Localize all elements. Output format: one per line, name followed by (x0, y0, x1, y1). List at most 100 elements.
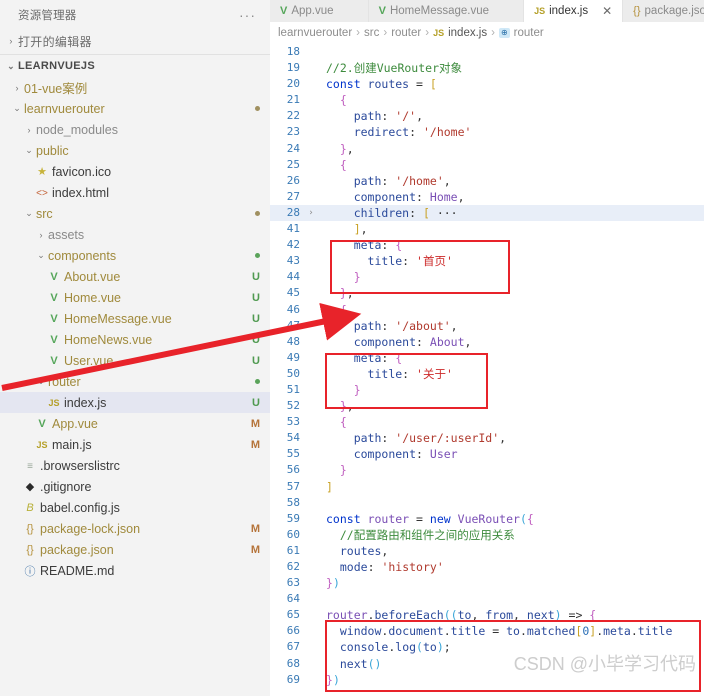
chevron-down-icon[interactable]: ⌄ (34, 376, 48, 387)
code-line-68[interactable]: 68 next() (270, 656, 704, 672)
code-line-66[interactable]: 66 window.document.title = to.matched[0]… (270, 623, 704, 639)
tree-item-learnvuerouter[interactable]: ⌄ learnvuerouter (0, 98, 270, 119)
tree-item-app-vue[interactable]: V App.vue M (0, 413, 270, 434)
code-line-69[interactable]: 69}) (270, 672, 704, 688)
chevron-right-icon[interactable]: › (34, 230, 48, 240)
tree-item-about-vue[interactable]: V About.vue U (0, 266, 270, 287)
tree-item-homemessage-vue[interactable]: V HomeMessage.vue U (0, 308, 270, 329)
code-line-49[interactable]: 49 meta: { (270, 350, 704, 366)
tree-item--browserslistrc[interactable]: ≡ .browserslistrc (0, 455, 270, 476)
code-line-41[interactable]: 41 ], (270, 221, 704, 237)
fold-chevron-icon[interactable]: › (304, 205, 318, 221)
tree-item-package-json[interactable]: {} package.json M (0, 539, 270, 560)
tree-item-assets[interactable]: › assets (0, 224, 270, 245)
code-text: }, (339, 141, 354, 156)
code-line-25[interactable]: 25 { (270, 157, 704, 173)
breadcrumb-item-0[interactable]: learnvuerouter (278, 27, 352, 39)
breadcrumb-item-4[interactable]: router (514, 27, 544, 39)
code-line-23[interactable]: 23 redirect: '/home' (270, 124, 704, 140)
code-line-51[interactable]: 51 } (270, 382, 704, 398)
code-line-27[interactable]: 27 component: Home, (270, 189, 704, 205)
code-line-63[interactable]: 63}) (270, 575, 704, 591)
code-line-47[interactable]: 47 path: '/about', (270, 318, 704, 334)
code-line-26[interactable]: 26 path: '/home', (270, 173, 704, 189)
code-text: }) (326, 672, 340, 687)
editor-tab-homemessage-vue[interactable]: VHomeMessage.vue✕ (369, 0, 525, 22)
code-line-52[interactable]: 52 }, (270, 398, 704, 414)
tree-item-babel-config-js[interactable]: Bbabel.config.js (0, 497, 270, 518)
tree-item-package-lock-json[interactable]: {} package-lock.json M (0, 518, 270, 539)
code-line-64[interactable]: 64 (270, 591, 704, 607)
code-line-58[interactable]: 58 (270, 495, 704, 511)
code-line-19[interactable]: 19 //2.创建VueRouter对象 (270, 60, 704, 76)
code-line-62[interactable]: 62 mode: 'history' (270, 559, 704, 575)
tree-item--gitignore[interactable]: ◆ .gitignore (0, 476, 270, 497)
tree-item-index-js[interactable]: JS index.js U (0, 392, 270, 413)
tree-item-01-vue-[interactable]: › 01-vue案例 (0, 77, 270, 98)
code-line-61[interactable]: 61 routes, (270, 543, 704, 559)
tree-item-node-modules[interactable]: › node_modules (0, 119, 270, 140)
code-line-28[interactable]: 28 › children: [ ··· (270, 204, 704, 222)
tree-item-public[interactable]: ⌄ public (0, 140, 270, 161)
tree-item-favicon-ico[interactable]: ★ favicon.ico (0, 161, 270, 182)
project-root-row[interactable]: ⌄ LEARNVUEJS (0, 55, 270, 77)
code-line-44[interactable]: 44 } (270, 269, 704, 285)
code-text: next() (339, 656, 382, 671)
breadcrumb-separator-icon: › (356, 27, 360, 39)
code-line-42[interactable]: 42 meta: { (270, 237, 704, 253)
code-line-56[interactable]: 56 } (270, 462, 704, 478)
code-line-59[interactable]: 59 const router = new VueRouter({ (270, 511, 704, 527)
tree-item-router[interactable]: ⌄ router (0, 371, 270, 392)
code-line-18[interactable]: 18 (270, 44, 704, 60)
tree-item-label: learnvuerouter (24, 101, 105, 116)
tree-item-homenews-vue[interactable]: V HomeNews.vue U (0, 329, 270, 350)
code-line-24[interactable]: 24 }, (270, 141, 704, 157)
code-line-57[interactable]: 57] (270, 479, 704, 495)
chevron-down-icon[interactable]: ⌄ (34, 250, 48, 261)
chevron-right-icon[interactable]: › (10, 83, 24, 93)
chevron-right-icon[interactable]: › (22, 125, 36, 135)
code-line-65[interactable]: 65 router.beforeEach((to, from, next) => … (270, 607, 704, 623)
code-line-21[interactable]: 21 { (270, 92, 704, 108)
editor-tab-app-vue[interactable]: VApp.vue✕ (270, 0, 369, 22)
git-icon: ◆ (25, 481, 35, 493)
code-line-55[interactable]: 55 component: User (270, 446, 704, 462)
chevron-down-icon[interactable]: ⌄ (22, 208, 36, 219)
breadcrumb-item-1[interactable]: src (364, 27, 379, 39)
code-text: component: User (353, 447, 458, 462)
code-line-67[interactable]: 67 console.log(to); (270, 639, 704, 655)
code-text: redirect: '/home' (353, 125, 472, 140)
close-icon[interactable]: ✕ (602, 4, 612, 18)
code-line-53[interactable]: 53 { (270, 414, 704, 430)
open-editors-section[interactable]: › 打开的编辑器 (0, 30, 270, 52)
code-line-48[interactable]: 48 component: About, (270, 334, 704, 350)
tree-item-components[interactable]: ⌄ components (0, 245, 270, 266)
line-number: 55 (286, 447, 300, 461)
line-number: 43 (286, 254, 300, 268)
tree-item-main-js[interactable]: JS main.js M (0, 434, 270, 455)
tree-item-home-vue[interactable]: V Home.vue U (0, 287, 270, 308)
editor-tab-index-js[interactable]: JS index.js ✕ (524, 0, 624, 22)
breadcrumb-item-2[interactable]: router (391, 27, 421, 39)
js-icon: JS (534, 6, 546, 16)
code-line-20[interactable]: 20 const routes = [ (270, 76, 704, 92)
code-line-50[interactable]: 50 title: '关于' (270, 366, 704, 382)
tree-item-src[interactable]: ⌄ src (0, 203, 270, 224)
line-number: 57 (286, 479, 300, 493)
code-editor[interactable]: 18 19 //2.创建VueRouter对象 20 const routes = [… (270, 44, 704, 688)
tree-item-user-vue[interactable]: V User.vue U (0, 350, 270, 371)
breadcrumb-item-3[interactable]: index.js (448, 27, 487, 39)
tree-item-index-html[interactable]: <> index.html (0, 182, 270, 203)
chevron-down-icon[interactable]: ⌄ (10, 103, 24, 114)
chevron-down-icon[interactable]: ⌄ (22, 145, 36, 156)
tree-item-readme-md[interactable]: ⓘ README.md (0, 560, 270, 581)
code-line-22[interactable]: 22 path: '/', (270, 108, 704, 124)
code-line-45[interactable]: 45 }, (270, 285, 704, 301)
more-actions-icon[interactable]: ··· (235, 8, 260, 22)
code-line-43[interactable]: 43 title: '首页' (270, 253, 704, 269)
editor-tab-package-json[interactable]: {}package.json✕ (623, 0, 704, 22)
code-line-54[interactable]: 54 path: '/user/:userId', (270, 430, 704, 446)
code-line-60[interactable]: 60 //配置路由和组件之间的应用关系 (270, 527, 704, 543)
code-line-46[interactable]: 46 { (270, 302, 704, 318)
